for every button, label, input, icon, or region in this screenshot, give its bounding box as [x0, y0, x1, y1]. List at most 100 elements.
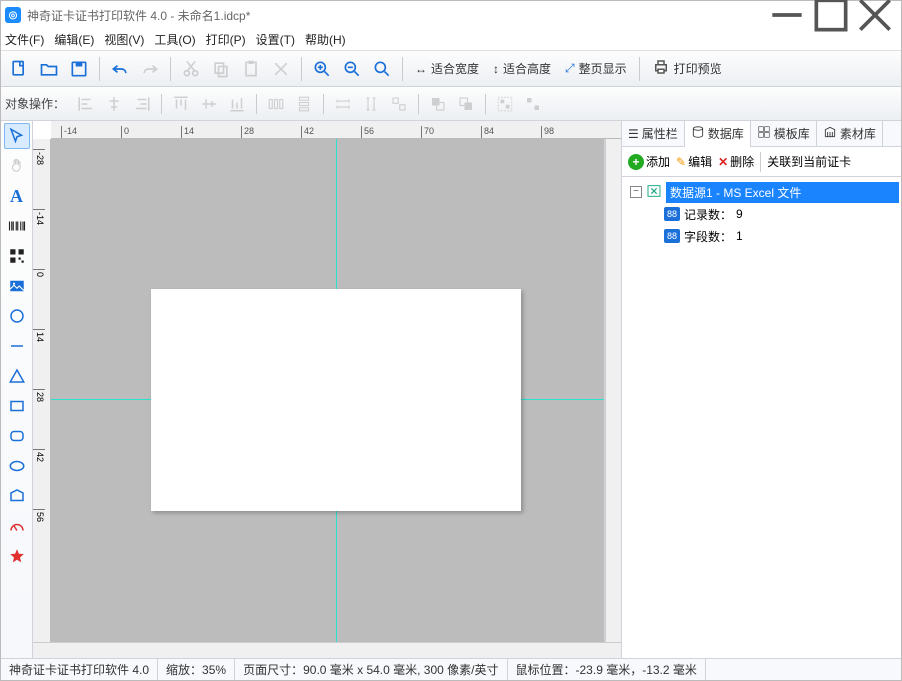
object-ops-toolbar: 对象操作： — [1, 87, 901, 121]
cut-button[interactable] — [177, 55, 205, 83]
text-tool[interactable]: A — [4, 183, 30, 209]
undo-button[interactable] — [106, 55, 134, 83]
fit-height-button[interactable]: ↕ 适合高度 — [487, 55, 557, 83]
ungroup-button[interactable] — [520, 92, 546, 116]
printer-icon — [652, 58, 670, 79]
add-datasource-button[interactable]: + 添加 — [628, 153, 670, 170]
link-to-card-button[interactable]: 关联到当前证卡 — [767, 153, 851, 170]
library-icon — [823, 125, 837, 142]
tab-properties[interactable]: ☰ 属性栏 — [622, 121, 685, 147]
print-preview-button[interactable]: 打印预览 — [646, 55, 728, 83]
edit-datasource-button[interactable]: ✎ 编辑 — [676, 153, 712, 170]
menu-print[interactable]: 打印(P) — [206, 31, 246, 48]
tab-assets[interactable]: 素材库 — [817, 121, 883, 147]
bring-front-button[interactable] — [425, 92, 451, 116]
fit-width-button[interactable]: ↔ 适合宽度 — [409, 55, 485, 83]
align-top-button[interactable] — [168, 92, 194, 116]
full-page-button[interactable]: ⤢ 整页显示 — [559, 55, 633, 83]
tree-root-row[interactable]: − 数据源1 - MS Excel 文件 — [624, 181, 899, 203]
tree-fields-row[interactable]: 88 字段数： 1 — [624, 225, 899, 247]
line-tool[interactable] — [4, 333, 30, 359]
gauge-tool[interactable] — [4, 513, 30, 539]
maximize-button[interactable] — [809, 1, 853, 29]
align-center-v-button[interactable] — [196, 92, 222, 116]
window-title: 神奇证卡证书打印软件 4.0 - 未命名1.idcp* — [27, 7, 250, 24]
image-tool[interactable] — [4, 273, 30, 299]
object-ops-label: 对象操作： — [5, 95, 65, 112]
barcode-tool[interactable] — [4, 213, 30, 239]
ellipse-outline-tool[interactable] — [4, 303, 30, 329]
status-page-size: 页面尺寸： 90.0 毫米 x 54.0 毫米, 300 像素/英寸 — [235, 659, 507, 680]
ruler-tick: 14 — [181, 126, 194, 138]
add-label: 添加 — [646, 153, 670, 170]
qrcode-tool[interactable] — [4, 243, 30, 269]
hand-tool[interactable] — [4, 153, 30, 179]
vertical-scrollbar[interactable] — [605, 139, 621, 642]
edit-label: 编辑 — [688, 153, 712, 170]
minimize-button[interactable] — [765, 1, 809, 29]
select-tool[interactable] — [4, 123, 30, 149]
ruler-tick: 42 — [301, 126, 314, 138]
star-tool[interactable] — [4, 543, 30, 569]
right-panel: ☰ 属性栏 数据库 模板库 素材库 + 添加 ✎ 编辑 — [621, 121, 901, 658]
ruler-horizontal[interactable]: -14 0 14 28 42 56 70 84 98 — [51, 121, 621, 139]
ruler-tick: 14 — [33, 329, 45, 342]
tab-database[interactable]: 数据库 — [685, 121, 751, 147]
open-file-button[interactable] — [35, 55, 63, 83]
align-bottom-button[interactable] — [224, 92, 250, 116]
menu-settings[interactable]: 设置(T) — [256, 31, 295, 48]
ellipse-tool[interactable] — [4, 453, 30, 479]
pencil-icon: ✎ — [676, 155, 686, 169]
paste-button[interactable] — [237, 55, 265, 83]
tree-records-row[interactable]: 88 记录数： 9 — [624, 203, 899, 225]
polygon-tool[interactable] — [4, 483, 30, 509]
new-file-button[interactable] — [5, 55, 33, 83]
ruler-tick: 0 — [121, 126, 129, 138]
page[interactable] — [151, 289, 521, 511]
ruler-tick: -28 — [33, 149, 45, 165]
send-back-button[interactable] — [453, 92, 479, 116]
database-icon — [691, 125, 705, 142]
horizontal-scrollbar[interactable] — [33, 642, 621, 658]
menu-edit[interactable]: 编辑(E) — [54, 31, 94, 48]
distribute-h-button[interactable] — [263, 92, 289, 116]
rectangle-tool[interactable] — [4, 393, 30, 419]
zoom-reset-button[interactable] — [368, 55, 396, 83]
delete-button[interactable] — [267, 55, 295, 83]
align-center-h-button[interactable] — [101, 92, 127, 116]
distribute-v-button[interactable] — [291, 92, 317, 116]
same-height-button[interactable] — [358, 92, 384, 116]
plus-icon: + — [628, 154, 644, 170]
rounded-rect-tool[interactable] — [4, 423, 30, 449]
redo-button[interactable] — [136, 55, 164, 83]
group-button[interactable] — [492, 92, 518, 116]
tab-templates[interactable]: 模板库 — [751, 121, 817, 147]
datasource-tree: − 数据源1 - MS Excel 文件 88 记录数： 9 88 字段数： 1 — [622, 177, 901, 658]
menu-view[interactable]: 视图(V) — [104, 31, 144, 48]
app-icon: ◎ — [5, 7, 21, 23]
menu-tools[interactable]: 工具(O) — [154, 31, 195, 48]
records-value: 9 — [736, 207, 743, 221]
zoom-in-button[interactable] — [308, 55, 336, 83]
same-size-button[interactable] — [386, 92, 412, 116]
align-right-button[interactable] — [129, 92, 155, 116]
same-width-button[interactable] — [330, 92, 356, 116]
canvas[interactable] — [51, 139, 605, 642]
delete-datasource-button[interactable]: ✕ 删除 — [718, 153, 754, 170]
tree-root-label: 数据源1 - MS Excel 文件 — [666, 182, 899, 203]
full-page-label: 整页显示 — [579, 60, 627, 77]
zoom-value: 35% — [202, 663, 226, 677]
copy-button[interactable] — [207, 55, 235, 83]
ruler-tick: 70 — [421, 126, 434, 138]
close-button[interactable] — [853, 1, 897, 29]
menu-help[interactable]: 帮助(H) — [305, 31, 346, 48]
ruler-vertical[interactable]: -28 -14 0 14 28 42 56 — [33, 139, 51, 642]
zoom-out-button[interactable] — [338, 55, 366, 83]
menu-file[interactable]: 文件(F) — [5, 31, 44, 48]
main-toolbar: ↔ 适合宽度 ↕ 适合高度 ⤢ 整页显示 打印预览 — [1, 51, 901, 87]
triangle-tool[interactable] — [4, 363, 30, 389]
save-button[interactable] — [65, 55, 93, 83]
collapse-icon[interactable]: − — [630, 186, 642, 198]
page-label: 页面尺寸： — [243, 661, 303, 678]
align-left-button[interactable] — [73, 92, 99, 116]
